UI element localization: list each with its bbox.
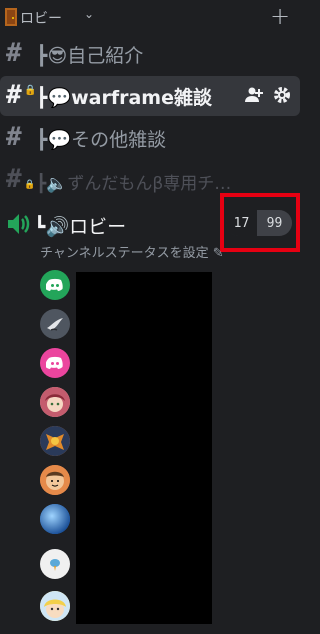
discord-logo-icon [46, 278, 63, 291]
blue-sky-icon [40, 504, 70, 534]
channel-name: ┣😎自己紹介 [36, 45, 144, 67]
hash-icon: # [6, 38, 22, 68]
member-avatar-discord-green[interactable] [40, 270, 70, 300]
channel-self-intro[interactable]: # ┣😎自己紹介 [0, 34, 306, 74]
channel-status-text[interactable]: チャンネルステータスを設定 ✎ [40, 242, 224, 261]
member-avatar-yellow-hair[interactable] [40, 591, 70, 621]
yellow-hair-icon [40, 591, 70, 621]
lock-icon: 🔒 [24, 180, 36, 190]
character-icon [40, 426, 70, 456]
door-icon [5, 8, 17, 26]
channel-name: ┣🔈ずんだもんβ専用チ… [36, 174, 232, 194]
hash-icon: # [6, 164, 22, 194]
discord-logo-icon [46, 356, 63, 369]
cartoon-face-icon [40, 465, 70, 495]
add-member-icon[interactable] [244, 85, 264, 105]
member-avatar-fish[interactable] [40, 549, 70, 579]
fish-icon [50, 559, 60, 571]
channel-name: ┣💬その他雑談 [36, 129, 167, 151]
anime-girl-icon [40, 387, 70, 417]
member-avatar-blue-sky[interactable] [40, 504, 70, 534]
member-avatar-discord-pink[interactable] [40, 348, 70, 378]
voice-channel-name: ┗🔊ロビー [34, 216, 127, 238]
category-label: ロビー [20, 11, 62, 27]
channel-other-chat[interactable]: # ┣💬その他雑談 [0, 118, 306, 158]
redacted-member-names [76, 272, 212, 624]
plus-icon[interactable]: + [270, 2, 290, 30]
chevron-down-icon: ⌄ [84, 7, 95, 21]
member-avatar-anime-girl[interactable] [40, 387, 70, 417]
member-avatar-cartoon-face[interactable] [40, 465, 70, 495]
member-avatar-character[interactable] [40, 426, 70, 456]
hash-icon: # [6, 122, 22, 152]
channel-name: ┣💬warframe雑談 [36, 87, 212, 109]
category-header[interactable]: ロビー ⌄ + [0, 0, 306, 34]
member-avatar-bird[interactable] [40, 309, 70, 339]
channel-warframe-chat[interactable]: # 🔒 ┣💬warframe雑談 [0, 76, 300, 116]
gear-icon[interactable] [272, 85, 292, 105]
voice-speaker-icon [8, 214, 30, 234]
hash-icon: # [6, 80, 22, 110]
bird-icon [47, 318, 63, 331]
lock-icon: 🔒 [24, 85, 37, 96]
highlight-box [220, 193, 300, 252]
